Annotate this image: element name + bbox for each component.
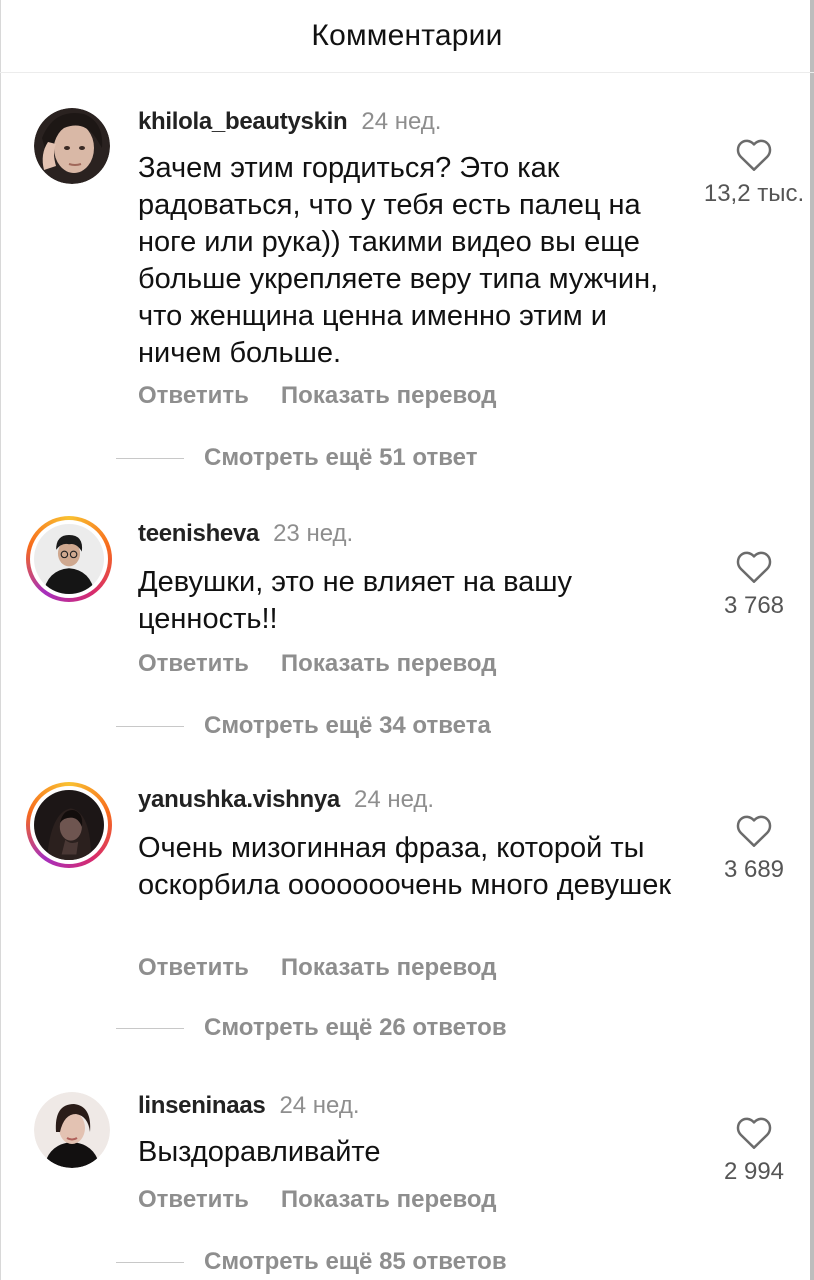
- avatar-photo: [34, 108, 110, 184]
- comment-actions: Ответить Показать перевод: [138, 650, 528, 678]
- show-translation-button[interactable]: Показать перевод: [281, 382, 497, 409]
- divider-line: [116, 1027, 184, 1029]
- view-replies-button[interactable]: Смотреть ещё 51 ответ: [116, 444, 477, 472]
- heart-icon[interactable]: [735, 814, 773, 848]
- like-button[interactable]: 13,2 тыс.: [694, 138, 814, 208]
- view-replies-button[interactable]: Смотреть ещё 34 ответа: [116, 712, 491, 740]
- avatar-photo: [34, 524, 104, 594]
- show-translation-button[interactable]: Показать перевод: [281, 1186, 497, 1213]
- comment-text: Девушки, это не влияет на вашу ценность!…: [138, 566, 573, 635]
- window-edge-left: [0, 0, 1, 1280]
- username[interactable]: yanushka.vishnya: [138, 786, 340, 813]
- page-title: Комментарии: [311, 19, 503, 52]
- view-replies-button[interactable]: Смотреть ещё 85 ответов: [116, 1248, 507, 1276]
- reply-button[interactable]: Ответить: [138, 1186, 249, 1213]
- reply-button[interactable]: Ответить: [138, 650, 249, 677]
- heart-icon[interactable]: [735, 1116, 773, 1150]
- like-button[interactable]: 2 994: [694, 1116, 814, 1186]
- heart-icon[interactable]: [735, 138, 773, 172]
- timestamp: 24 нед.: [361, 108, 442, 135]
- comment-meta: khilola_beautyskin 24 нед.: [138, 108, 441, 136]
- like-button[interactable]: 3 768: [694, 550, 814, 620]
- comment-text: Очень мизогинная фраза, которой ты оскор…: [138, 832, 672, 901]
- comment-text: Зачем этим гордиться? Это как радоваться…: [138, 152, 659, 369]
- divider-line: [116, 457, 184, 459]
- view-replies-button[interactable]: Смотреть ещё 26 ответов: [116, 1014, 507, 1042]
- divider-line: [116, 1261, 184, 1263]
- comments-header: Комментарии: [0, 0, 814, 73]
- avatar-photo: [34, 790, 104, 860]
- show-translation-button[interactable]: Показать перевод: [281, 954, 497, 981]
- timestamp: 23 нед.: [273, 520, 354, 547]
- username[interactable]: linseninaas: [138, 1092, 266, 1119]
- view-replies-label: Смотреть ещё 51 ответ: [204, 444, 478, 471]
- timestamp: 24 нед.: [279, 1092, 360, 1119]
- comment-text: Выздоравливайте: [138, 1136, 381, 1168]
- like-count: 3 689: [723, 856, 785, 883]
- avatar[interactable]: [34, 108, 110, 184]
- divider-line: [116, 725, 184, 727]
- show-translation-button[interactable]: Показать перевод: [281, 650, 497, 677]
- view-replies-label: Смотреть ещё 26 ответов: [204, 1014, 507, 1041]
- timestamp: 24 нед.: [353, 786, 435, 813]
- avatar[interactable]: [34, 1092, 110, 1168]
- comment-meta: yanushka.vishnya 24 нед.: [138, 786, 434, 814]
- comment-meta: teenisheva 23 нед.: [138, 520, 353, 548]
- reply-button[interactable]: Ответить: [138, 382, 249, 409]
- comment-actions: Ответить Показать перевод: [138, 382, 528, 410]
- reply-button[interactable]: Ответить: [138, 954, 249, 981]
- like-count: 13,2 тыс.: [703, 180, 805, 207]
- comment-actions: Ответить Показать перевод: [138, 954, 528, 982]
- like-count: 3 768: [723, 592, 785, 619]
- like-button[interactable]: 3 689: [694, 814, 814, 884]
- heart-icon[interactable]: [735, 550, 773, 584]
- view-replies-label: Смотреть ещё 85 ответов: [204, 1248, 507, 1275]
- view-replies-label: Смотреть ещё 34 ответа: [204, 712, 491, 739]
- avatar-photo: [34, 1092, 110, 1168]
- avatar-story-ring[interactable]: [26, 516, 112, 602]
- username[interactable]: teenisheva: [138, 520, 259, 547]
- like-count: 2 994: [723, 1158, 785, 1185]
- comment-meta: linseninaas 24 нед.: [138, 1092, 360, 1120]
- avatar-story-ring[interactable]: [26, 782, 112, 868]
- comment-actions: Ответить Показать перевод: [138, 1186, 528, 1214]
- username[interactable]: khilola_beautyskin: [138, 108, 348, 135]
